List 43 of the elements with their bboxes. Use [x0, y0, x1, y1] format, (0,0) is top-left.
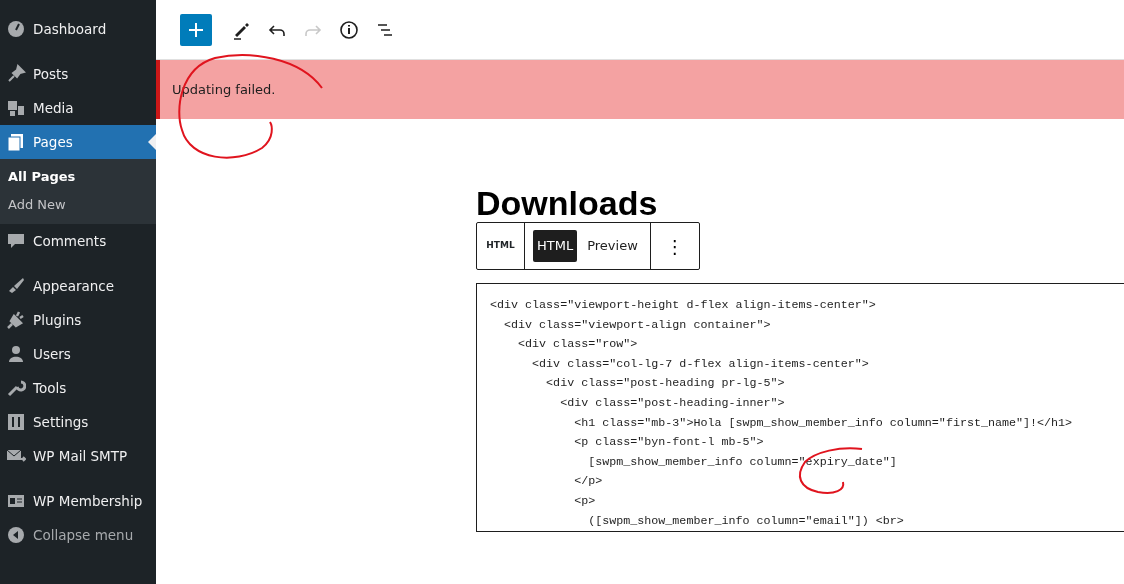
comment-icon	[6, 231, 26, 251]
code-line: <div class="col-lg-7 d-flex align-items-center">	[531, 355, 870, 373]
menu-item[interactable]: Posts	[0, 57, 156, 91]
menu-item[interactable]: Settings	[0, 405, 156, 439]
menu-item[interactable]: Comments	[0, 224, 156, 258]
view-tab[interactable]: HTML	[533, 230, 578, 262]
menu-item[interactable]: Dashboard	[0, 12, 156, 46]
wrench-icon	[6, 378, 26, 398]
menu-item[interactable]: Media	[0, 91, 156, 125]
user-icon	[6, 344, 26, 364]
sliders-icon	[6, 412, 26, 432]
code-line: <div class="viewport-height d-flex align-items-center">	[490, 297, 877, 314]
page-title: Downloads	[476, 183, 658, 224]
code-line: <div class="viewport-align container">	[503, 316, 772, 334]
view-tab[interactable]: Preview	[583, 230, 642, 262]
media-icon	[6, 98, 26, 118]
menu-item[interactable]: Plugins	[0, 303, 156, 337]
code-line: <p>	[573, 492, 597, 510]
code-line: ([swpm_show_member_info column="email"]) <br>	[587, 512, 905, 530]
code-editor[interactable]	[476, 283, 1124, 532]
code-line: <p class="byn-font-l mb-5">	[573, 434, 765, 452]
collapse-icon	[6, 525, 26, 545]
collapse-button[interactable]: Collapse menu	[0, 518, 156, 552]
code-line: <div class="post-heading-inner">	[559, 394, 786, 412]
plug-icon	[6, 310, 26, 330]
menu-item[interactable]: Appearance	[0, 269, 156, 303]
pages-icon	[6, 132, 26, 152]
code-line: <div class="post-heading pr-lg-5">	[545, 375, 786, 393]
pin-icon	[6, 64, 26, 84]
submenu-item[interactable]: Add New	[0, 190, 156, 218]
code-line: <h1 class="mb-3">Hola [swpm_show_member_info column="first_name"]!</h1>	[573, 414, 1074, 432]
menu-item[interactable]: Users	[0, 337, 156, 371]
add-block-button[interactable]	[180, 13, 212, 46]
block-type-label: HTML	[477, 223, 525, 269]
submenu-item[interactable]: All Pages	[0, 163, 156, 191]
menu-item[interactable]: WP Membership	[0, 484, 156, 518]
code-line: <div class="row">	[517, 336, 639, 354]
menu-item[interactable]: WP Mail SMTP	[0, 439, 156, 473]
menu-item[interactable]: Tools	[0, 371, 156, 405]
code-line: </p>	[573, 473, 604, 491]
menu-item[interactable]: Pages	[0, 125, 156, 159]
more-options-button[interactable]: ⋮	[650, 223, 699, 269]
dashboard-icon	[6, 19, 26, 39]
